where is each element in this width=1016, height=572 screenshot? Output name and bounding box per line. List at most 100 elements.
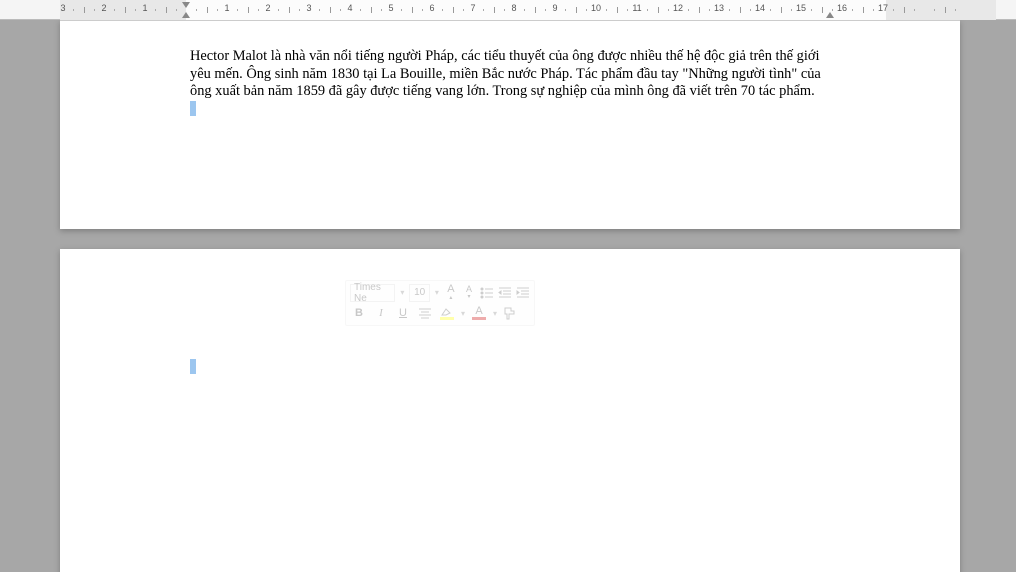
- ruler-margin-left[interactable]: [60, 0, 186, 20]
- ruler-tick-quarter: [955, 9, 956, 11]
- chevron-down-icon[interactable]: ▾: [399, 288, 405, 297]
- ruler-tick-quarter: [565, 9, 566, 11]
- ruler-margin-right[interactable]: [886, 0, 996, 20]
- bold-button[interactable]: B: [350, 304, 368, 322]
- font-name-combo[interactable]: Times Ne: [350, 284, 395, 302]
- ruler-tick-quarter: [729, 9, 730, 11]
- ruler-tick-quarter: [422, 9, 423, 11]
- ruler-tick-quarter: [381, 9, 382, 11]
- ruler-tick-half: [412, 7, 413, 13]
- ruler-tick-half: [125, 7, 126, 13]
- decrease-indent-button[interactable]: [498, 284, 512, 302]
- ruler-tick-quarter: [873, 9, 874, 11]
- underline-button[interactable]: U: [394, 304, 412, 322]
- ruler-tick-quarter: [586, 9, 587, 11]
- ruler-tick-quarter: [688, 9, 689, 11]
- text-selection-marker: [190, 101, 196, 116]
- chevron-down-icon[interactable]: ▾: [492, 309, 498, 318]
- ruler-tick-quarter: [401, 9, 402, 11]
- ruler-tick-quarter: [340, 9, 341, 11]
- chevron-down-icon[interactable]: ▾: [434, 288, 440, 297]
- ruler-tick-quarter: [914, 9, 915, 11]
- ruler-number: 12: [673, 3, 683, 13]
- ruler-tick-half: [863, 7, 864, 13]
- ruler-tick-half: [453, 7, 454, 13]
- ruler-tick-quarter: [299, 9, 300, 11]
- ruler-tick-half: [207, 7, 208, 13]
- ruler-tick-half: [822, 7, 823, 13]
- page-1[interactable]: Hector Malot là nhà văn nổi tiếng người …: [60, 20, 960, 229]
- grow-font-button[interactable]: A▴: [444, 284, 458, 302]
- ruler-tick-quarter: [360, 9, 361, 11]
- ruler-tick-quarter: [319, 9, 320, 11]
- page-2-body[interactable]: [190, 359, 840, 378]
- ruler-number: 13: [714, 3, 724, 13]
- ruler-tick-quarter: [73, 9, 74, 11]
- ruler-tick-quarter: [750, 9, 751, 11]
- paragraph-text[interactable]: Hector Malot là nhà văn nổi tiếng người …: [190, 48, 821, 99]
- ruler-number: 9: [552, 3, 557, 13]
- highlight-color-swatch: [440, 317, 454, 320]
- ruler-tick-quarter: [155, 9, 156, 11]
- ruler-number: 8: [511, 3, 516, 13]
- ruler-tick-half: [740, 7, 741, 13]
- bullet-list-button[interactable]: [480, 284, 494, 302]
- ruler-number: 1: [142, 3, 147, 13]
- ruler-tick-quarter: [463, 9, 464, 11]
- ruler-tick-quarter: [504, 9, 505, 11]
- ruler-tick-half: [617, 7, 618, 13]
- ruler-tick-quarter: [627, 9, 628, 11]
- ruler-tick-half: [781, 7, 782, 13]
- ruler-tick-half: [248, 7, 249, 13]
- ruler-number: 2: [265, 3, 270, 13]
- font-size-combo[interactable]: 10: [409, 284, 429, 302]
- mini-formatting-toolbar[interactable]: Times Ne ▾ 10 ▾ A▴ A▾ B I U: [345, 280, 535, 326]
- ruler-tick-quarter: [832, 9, 833, 11]
- align-center-button[interactable]: [416, 304, 434, 322]
- increase-indent-button[interactable]: [516, 284, 530, 302]
- font-color-button[interactable]: A: [470, 304, 488, 322]
- ruler-number: 1: [224, 3, 229, 13]
- ruler-tick-quarter: [934, 9, 935, 11]
- shrink-font-button[interactable]: A▾: [462, 284, 476, 302]
- ruler-number: 15: [796, 3, 806, 13]
- ruler-number: 3: [60, 3, 65, 13]
- font-color-swatch: [472, 317, 486, 320]
- ruler-tick-half: [166, 7, 167, 13]
- ruler-tick-half: [371, 7, 372, 13]
- ruler-number: 11: [632, 3, 641, 13]
- ruler-number: 7: [470, 3, 475, 13]
- ruler-tick-quarter: [770, 9, 771, 11]
- ruler-number: 10: [591, 3, 601, 13]
- ruler-tick-quarter: [606, 9, 607, 11]
- document-workspace[interactable]: Hector Malot là nhà văn nổi tiếng người …: [0, 20, 1016, 572]
- highlight-color-button[interactable]: [438, 304, 456, 322]
- ruler-tick-half: [330, 7, 331, 13]
- ruler-tick-quarter: [217, 9, 218, 11]
- ruler-tick-half: [289, 7, 290, 13]
- ruler-tick-quarter: [258, 9, 259, 11]
- ruler-tick-quarter: [852, 9, 853, 11]
- ruler-tick-quarter: [483, 9, 484, 11]
- ruler-tick-half: [535, 7, 536, 13]
- format-painter-button[interactable]: [502, 304, 516, 322]
- ruler-tick-quarter: [237, 9, 238, 11]
- right-indent-marker[interactable]: [826, 12, 834, 18]
- chevron-down-icon[interactable]: ▾: [460, 309, 466, 318]
- ruler-tick-quarter: [114, 9, 115, 11]
- ruler-number: 17: [878, 3, 888, 13]
- ruler-tick-quarter: [811, 9, 812, 11]
- ruler-tick-quarter: [196, 9, 197, 11]
- page-1-body[interactable]: Hector Malot là nhà văn nổi tiếng người …: [190, 48, 840, 119]
- ruler-tick-half: [658, 7, 659, 13]
- ruler-tick-quarter: [278, 9, 279, 11]
- ruler-tick-half: [84, 7, 85, 13]
- ruler-tick-quarter: [545, 9, 546, 11]
- ruler-tick-quarter: [791, 9, 792, 11]
- ruler-tick-quarter: [176, 9, 177, 11]
- ruler-tick-half: [494, 7, 495, 13]
- ruler-tick-quarter: [135, 9, 136, 11]
- ruler-number: 14: [755, 3, 765, 13]
- italic-button[interactable]: I: [372, 304, 390, 322]
- horizontal-ruler[interactable]: 3211234567891011121314151617: [0, 0, 1016, 20]
